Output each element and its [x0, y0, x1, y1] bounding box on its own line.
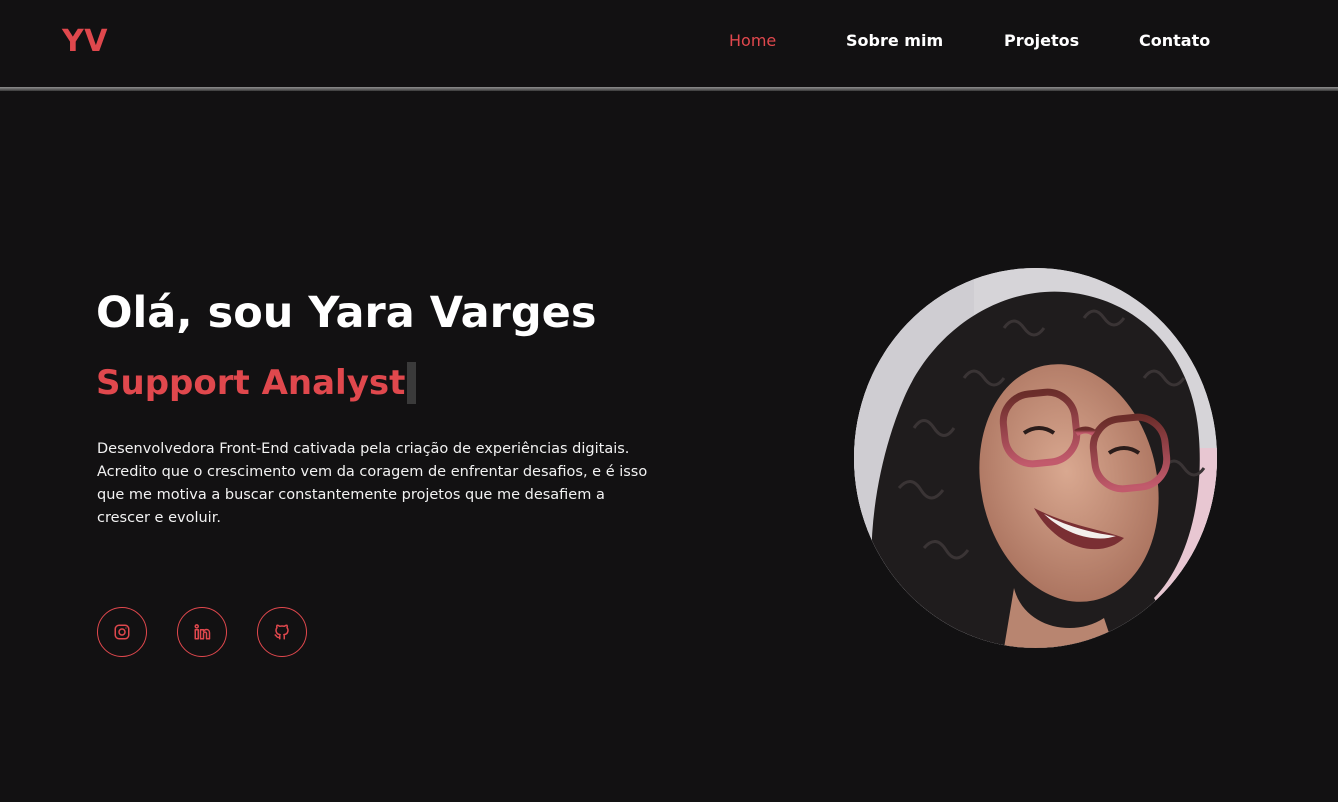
instagram-link[interactable]: [97, 607, 147, 657]
instagram-icon: [114, 624, 130, 640]
linkedin-link[interactable]: [177, 607, 227, 657]
profile-photo: [854, 268, 1217, 648]
nav-home-link[interactable]: Home: [729, 31, 776, 50]
github-icon: [274, 624, 289, 640]
linkedin-icon: [194, 624, 211, 640]
nav-contact-link[interactable]: Contato: [1139, 31, 1210, 50]
role-line: Support Analyst: [96, 362, 417, 404]
main-nav: Home Sobre mim Projetos Contato: [0, 31, 1338, 53]
hero-bio: Desenvolvedora Front-End cativada pela c…: [97, 441, 648, 526]
github-link[interactable]: [257, 607, 307, 657]
typing-cursor: [407, 362, 417, 404]
header-divider: [0, 87, 1338, 91]
nav-projects-link[interactable]: Projetos: [1004, 31, 1079, 50]
top-navigation-bar: YV Home Sobre mim Projetos Contato: [0, 0, 1338, 88]
hero-title: Olá, sou Yara Varges: [96, 288, 597, 338]
role-text: Support Analyst: [96, 363, 406, 403]
nav-about-link[interactable]: Sobre mim: [846, 31, 943, 50]
